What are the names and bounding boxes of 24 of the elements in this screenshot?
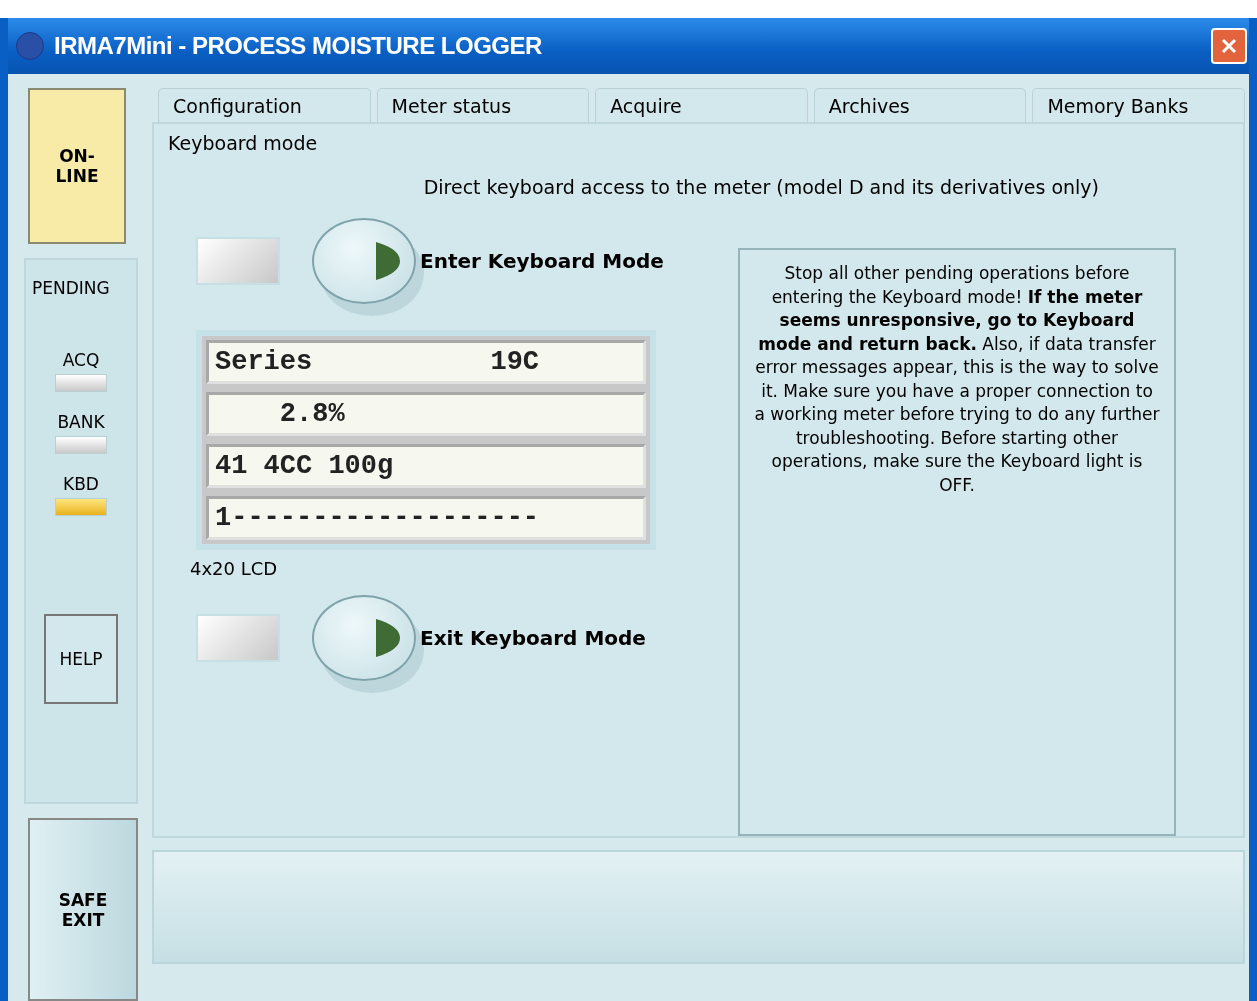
window-title: IRMA7Mini - PROCESS MOISTURE LOGGER <box>54 32 543 60</box>
online-button[interactable]: ON- LINE <box>28 88 126 244</box>
safe-exit-button[interactable]: SAFE EXIT <box>28 818 138 1001</box>
pending-label: PENDING <box>32 278 110 298</box>
close-icon <box>1221 38 1237 54</box>
info-text: Stop all other pending operations before entering the Keyboard mode! If the meter seems unresponsive, go to Keyboard mode and return back. Also, if data transfer error messages appear, this is the way to solve it. Make sure you have a proper connection to a working meter before trying to do any further troubleshooting. Before starting other operations, make sure the Keyboard light is OFF. <box>754 262 1160 497</box>
close-button[interactable] <box>1211 28 1247 64</box>
tab[interactable]: Configuration <box>158 88 371 122</box>
play-icon <box>374 241 400 281</box>
exit-keyboard-label: Exit Keyboard Mode <box>420 626 646 650</box>
tab[interactable]: Acquire <box>595 88 808 122</box>
panel-title: Keyboard mode <box>168 132 319 154</box>
app-icon <box>16 32 44 60</box>
help-button[interactable]: HELP <box>44 614 118 704</box>
tab[interactable]: Archives <box>813 88 1027 122</box>
play-icon <box>374 618 400 658</box>
lamp-label: ACQ <box>62 350 100 370</box>
panel-heading: Direct keyboard access to the meter (model D and its derivatives only) <box>423 176 1099 198</box>
lamp-label: KBD <box>63 474 99 494</box>
tab[interactable]: Meter status <box>376 88 590 122</box>
lamp-label: BANK <box>57 412 105 432</box>
lcd-caption: 4x20 LCD <box>190 558 279 579</box>
enter-keyboard-label: Enter Keyboard Mode <box>420 249 664 273</box>
tab[interactable]: Memory Banks <box>1032 88 1245 122</box>
